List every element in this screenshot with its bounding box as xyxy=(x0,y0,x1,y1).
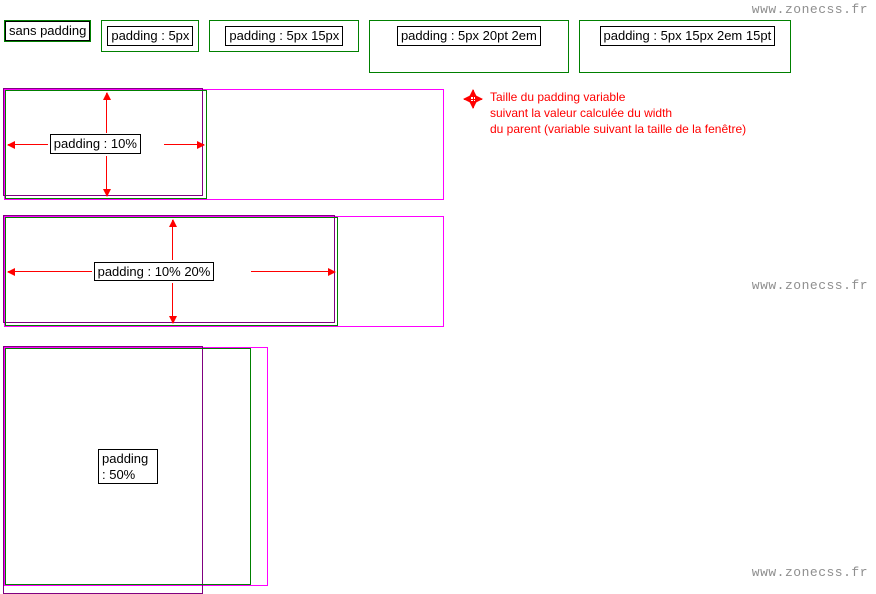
demo-5-20pt-2em: padding : 5px 20pt 2em xyxy=(369,20,568,73)
demo-5px-15px: padding : 5px 15px xyxy=(209,20,359,52)
label-5px: padding : 5px xyxy=(107,26,193,46)
legend-line-2: suivant la valeur calculée du width xyxy=(490,105,746,121)
move-arrows-icon xyxy=(464,90,482,108)
parent-frame-1: padding : 10% xyxy=(4,89,444,200)
label-10pct: padding : 10% xyxy=(50,134,141,154)
demo-sans-padding: sans padding xyxy=(4,20,91,42)
label-50pct-line1: padding xyxy=(102,451,148,466)
legend-text: Taille du padding variable suivant la va… xyxy=(490,89,746,138)
watermark-top: www.zonecss.fr xyxy=(752,2,868,17)
legend: Taille du padding variable suivant la va… xyxy=(464,89,746,138)
fixed-padding-row: sans padding padding : 5px padding : 5px… xyxy=(4,20,872,73)
label-sans-padding: sans padding xyxy=(5,21,90,41)
parent-frame-2: padding : 10% 20% xyxy=(4,216,444,327)
parent-frame-3: padding : 50% xyxy=(4,347,268,586)
label-5-20pt-2em: padding : 5px 20pt 2em xyxy=(397,26,541,46)
label-50pct: padding : 50% xyxy=(98,449,158,484)
label-10-20pct: padding : 10% 20% xyxy=(94,262,215,282)
demo-10-20pct-section: padding : 10% 20% xyxy=(4,216,872,327)
label-5px-15px: padding : 5px 15px xyxy=(225,26,343,46)
label-50pct-line2: : 50% xyxy=(102,467,135,482)
demo-50pct-section: padding : 50% xyxy=(4,347,872,586)
label-5-15-2em-15pt: padding : 5px 15px 2em 15pt xyxy=(600,26,776,46)
legend-line-3: du parent (variable suivant la taille de… xyxy=(490,121,746,137)
legend-line-1: Taille du padding variable xyxy=(490,89,746,105)
padded-box-10pct: padding : 10% xyxy=(5,90,207,199)
demo-5px: padding : 5px xyxy=(101,20,199,52)
demo-10pct-section: padding : 10% Taille du padding variable… xyxy=(4,89,872,200)
padded-box-50pct: padding : 50% xyxy=(5,348,251,585)
demo-5-15-2em-15pt: padding : 5px 15px 2em 15pt xyxy=(579,20,792,73)
padded-box-10-20pct: padding : 10% 20% xyxy=(5,217,338,326)
